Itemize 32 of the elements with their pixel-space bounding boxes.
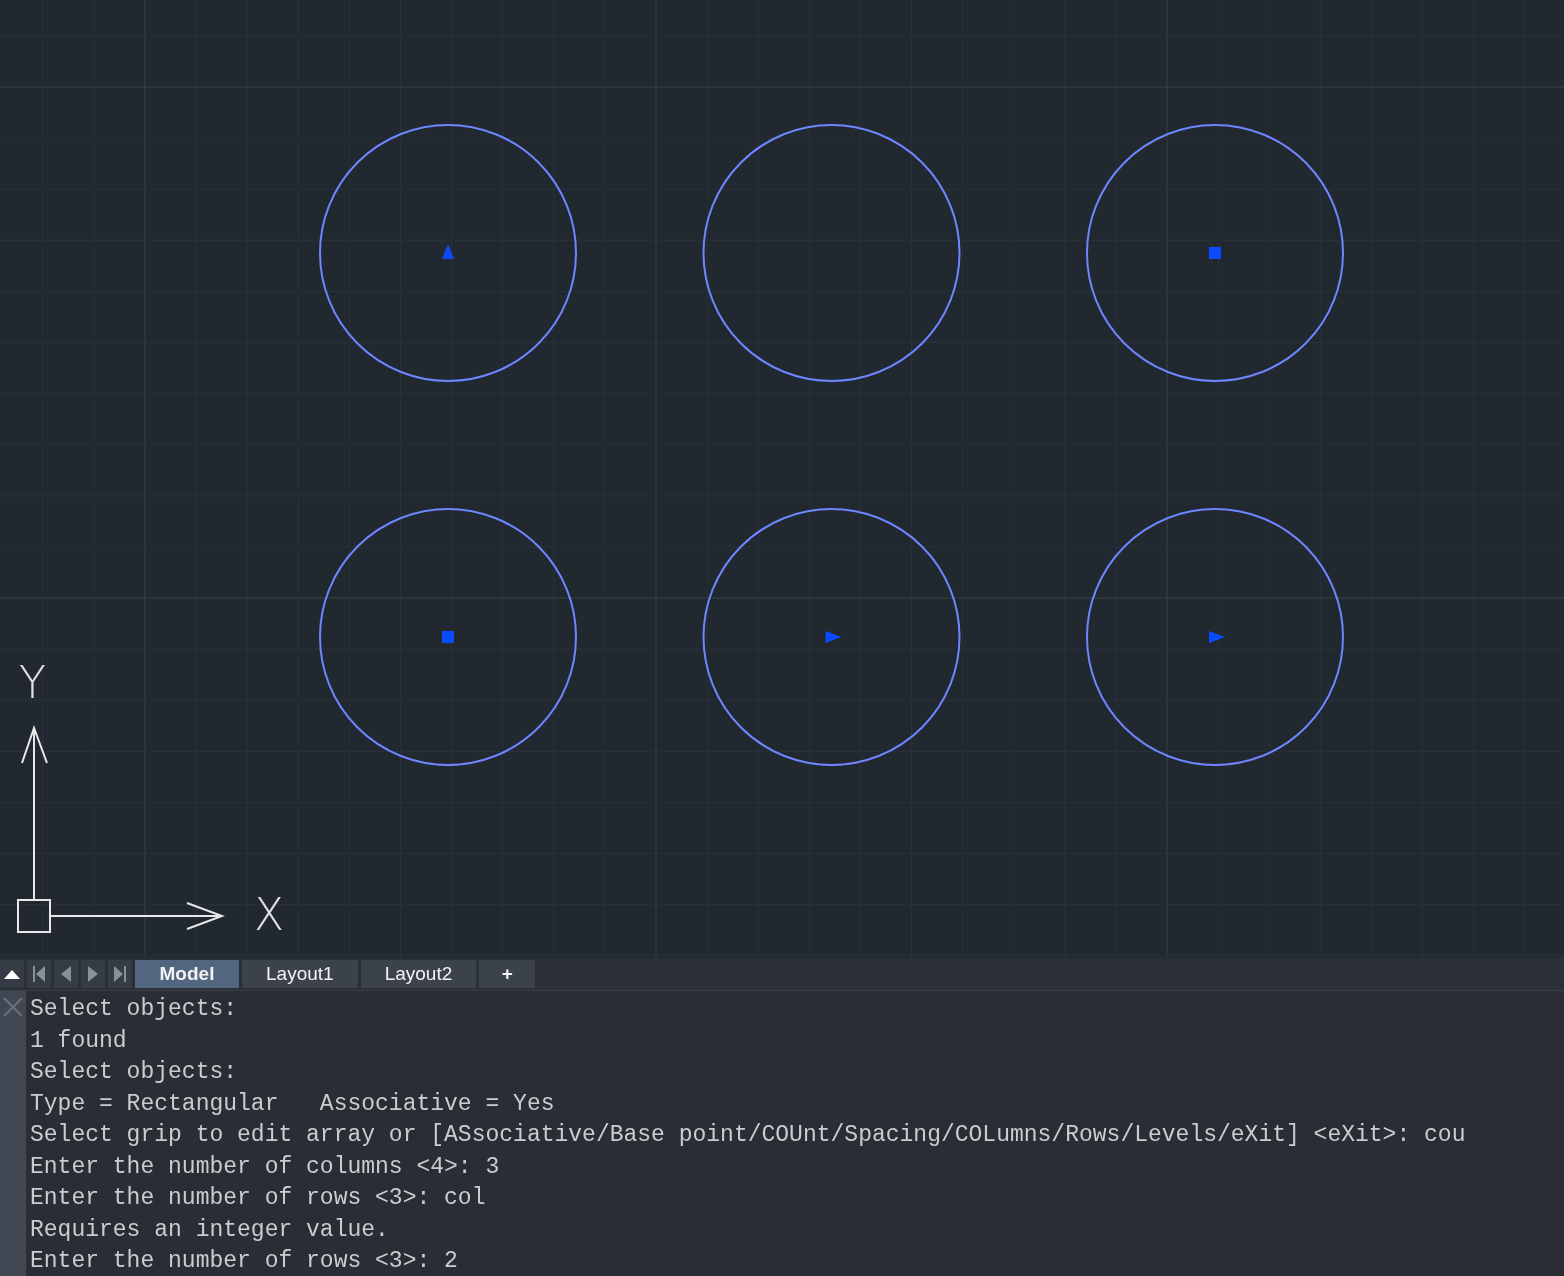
- close-icon[interactable]: [3, 997, 23, 1017]
- scroll-up-button[interactable]: [0, 960, 24, 988]
- command-line-text: Enter the number of rows <3>: col: [30, 1184, 487, 1213]
- ucs-icon: [17, 725, 225, 933]
- new-layout-button[interactable]: +: [479, 960, 536, 988]
- layout-tab[interactable]: Layout1: [242, 960, 358, 988]
- previous-tab-button[interactable]: [54, 960, 78, 988]
- command-line-text: Select objects:: [30, 995, 239, 1024]
- first-icon: [33, 966, 45, 982]
- grip-square-icon[interactable]: [1209, 247, 1221, 259]
- triangle-left-icon: [61, 966, 71, 982]
- command-line-text: Type = Rectangular Associative = Yes: [30, 1089, 556, 1119]
- last-icon: [114, 966, 126, 982]
- layout-tab[interactable]: Layout2: [360, 960, 477, 988]
- first-tab-button[interactable]: [27, 960, 51, 988]
- command-line-text: Enter the number of columns <4>: 3: [30, 1152, 501, 1182]
- x-axis-label: X: [254, 889, 285, 940]
- last-tab-button[interactable]: [108, 960, 132, 988]
- command-line-text: Enter the number of rows <3>: 2: [30, 1247, 459, 1276]
- command-line-text: 1 found: [30, 1026, 128, 1056]
- triangle-up-icon: [4, 969, 20, 979]
- grip-triangle-icon[interactable]: [442, 244, 454, 259]
- command-line-text: Requires an integer value.: [30, 1215, 390, 1245]
- grip-square-icon[interactable]: [442, 631, 454, 643]
- next-tab-button[interactable]: [81, 960, 105, 988]
- grip-triangle-icon[interactable]: [825, 631, 842, 643]
- command-line-text: Select grip to edit array or [ASsociative/Base point/COUnt/Spacing/COLumns/Rows/Levels/eXit] <eXit>: cou: [30, 1121, 1466, 1150]
- grip-triangle-icon[interactable]: [1209, 631, 1225, 643]
- command-line-text: Select objects:: [30, 1058, 239, 1087]
- y-axis-label: Y: [19, 657, 46, 708]
- triangle-right-icon: [88, 966, 98, 982]
- layout-tab[interactable]: Model: [135, 960, 239, 988]
